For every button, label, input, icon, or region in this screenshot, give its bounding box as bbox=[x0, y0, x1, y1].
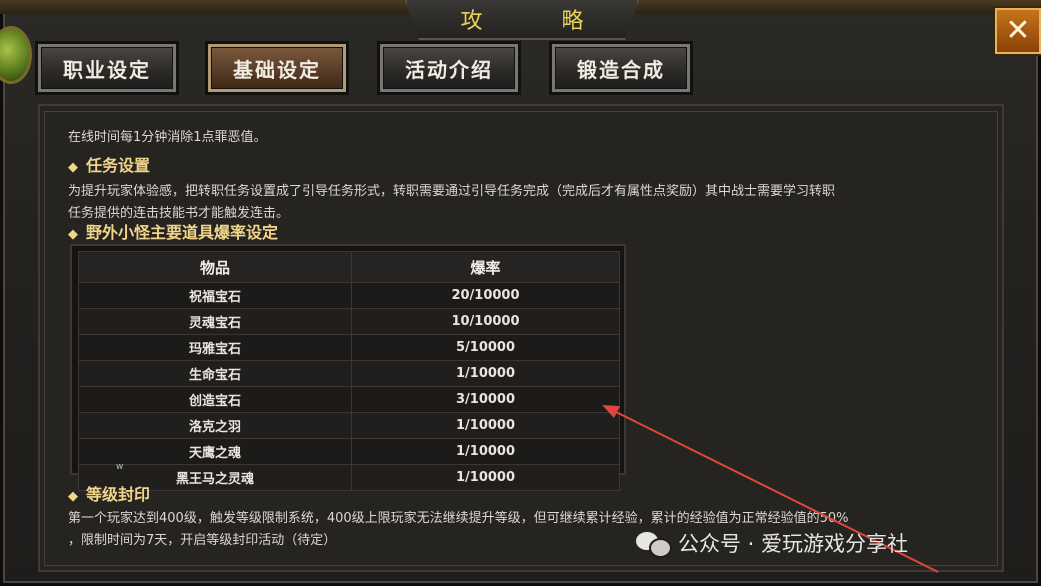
section-heading-drop: ◆ 野外小怪主要道具爆率设定 bbox=[68, 223, 279, 242]
table-row: 祝福宝石 20/10000 bbox=[78, 282, 620, 309]
table-row: 洛克之羽 1/10000 bbox=[78, 412, 620, 439]
item-cell: 创造宝石 bbox=[78, 386, 352, 413]
section-heading-task: ◆ 任务设置 bbox=[68, 156, 151, 175]
window-title: 攻 略 bbox=[460, 9, 620, 34]
task-text-line1: 为提升玩家体验感，把转职任务设置成了引导任务形式，转职需要通过引导任务完成（完成… bbox=[68, 184, 836, 199]
window-title-plate: 攻 略 bbox=[405, 0, 639, 40]
rate-cell: 1/10000 bbox=[351, 438, 620, 465]
tab-forge-craft[interactable]: 锻造合成 bbox=[552, 44, 690, 92]
table-row: 生命宝石 1/10000 bbox=[78, 360, 620, 387]
rate-cell: 20/10000 bbox=[351, 282, 620, 309]
table-row: 创造宝石 3/10000 bbox=[78, 386, 620, 413]
drop-rate-table: 物品 爆率 祝福宝石 20/10000 灵魂宝石 10/10000 玛雅宝石 5… bbox=[78, 251, 620, 491]
item-cell: 生命宝石 bbox=[78, 360, 352, 387]
table-row: 灵魂宝石 10/10000 bbox=[78, 308, 620, 335]
rate-cell: 3/10000 bbox=[351, 386, 620, 413]
drop-rate-table-frame: 物品 爆率 祝福宝石 20/10000 灵魂宝石 10/10000 玛雅宝石 5… bbox=[70, 244, 626, 491]
rate-cell: 1/10000 bbox=[351, 464, 620, 491]
column-header-item: 物品 bbox=[78, 251, 352, 283]
rate-cell: 1/10000 bbox=[351, 360, 620, 387]
item-cell: 玛雅宝石 bbox=[78, 334, 352, 361]
table-row: 天鹰之魂 1/10000 bbox=[78, 438, 620, 465]
level-text-line2: ，限制时间为7天，开启等级封印活动（待定） bbox=[68, 533, 337, 548]
rate-cell: 10/10000 bbox=[351, 308, 620, 335]
table-row: 玛雅宝石 5/10000 bbox=[78, 334, 620, 361]
tab-label: 活动介绍 bbox=[405, 57, 493, 82]
tab-label: 基础设定 bbox=[233, 57, 321, 82]
rate-cell: 1/10000 bbox=[351, 412, 620, 439]
close-x-icon: ✕ bbox=[1005, 13, 1031, 48]
table-row: 黑王马之灵魂 1/10000 bbox=[78, 464, 620, 491]
section-heading-level: ◆ 等级封印 bbox=[68, 485, 151, 504]
level-text-line1: 第一个玩家达到400级，触发等级限制系统，400级上限玩家无法继续提升等级，但可… bbox=[68, 511, 849, 526]
diamond-bullet-icon: ◆ bbox=[68, 489, 78, 504]
close-button[interactable]: ✕ bbox=[995, 8, 1041, 54]
watermark-text: 公众号 · 爱玩游戏分享社 bbox=[678, 532, 909, 556]
tab-event-intro[interactable]: 活动介绍 bbox=[380, 44, 518, 92]
item-cell: 灵魂宝石 bbox=[78, 308, 352, 335]
item-cell: 祝福宝石 bbox=[78, 282, 352, 309]
tab-label: 职业设定 bbox=[63, 57, 151, 82]
tab-label: 锻造合成 bbox=[577, 57, 665, 82]
wechat-icon bbox=[636, 530, 672, 558]
tab-basic-settings[interactable]: 基础设定 bbox=[208, 44, 346, 92]
tab-job-settings[interactable]: 职业设定 bbox=[38, 44, 176, 92]
column-header-rate: 爆率 bbox=[351, 251, 620, 283]
watermark: 公众号 · 爱玩游戏分享社 bbox=[636, 528, 908, 558]
item-cell: 天鹰之魂 bbox=[78, 438, 352, 465]
rate-cell: 5/10000 bbox=[351, 334, 620, 361]
diamond-bullet-icon: ◆ bbox=[68, 160, 78, 175]
diamond-bullet-icon: ◆ bbox=[68, 227, 78, 242]
intro-text: 在线时间每1分钟消除1点罪恶值。 bbox=[68, 130, 267, 145]
stray-mark: w bbox=[116, 462, 124, 472]
item-cell: 洛克之羽 bbox=[78, 412, 352, 439]
